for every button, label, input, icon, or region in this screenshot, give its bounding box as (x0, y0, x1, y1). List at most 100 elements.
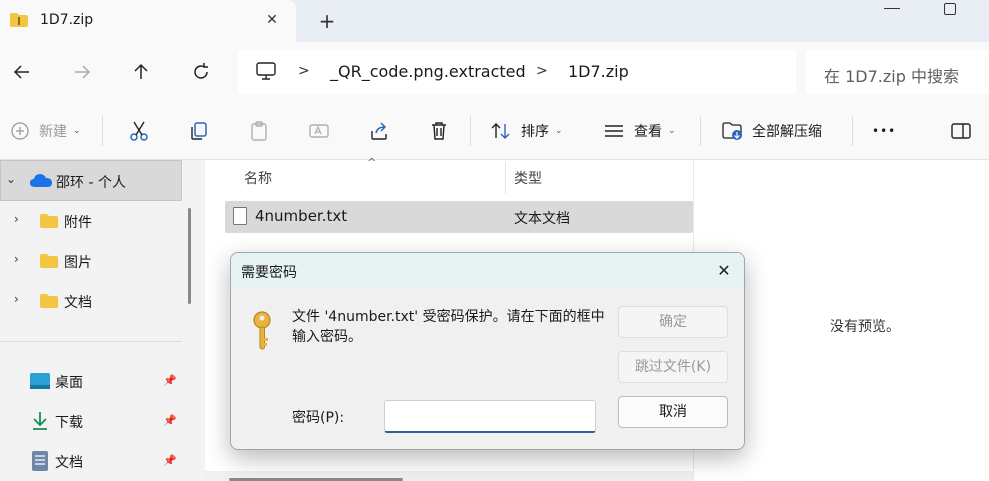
share-icon (371, 122, 387, 140)
divider (470, 116, 471, 146)
pin-icon[interactable]: 📌 (163, 414, 177, 427)
sidebar-item-label: 邵环 - 个人 (56, 175, 126, 191)
maximize-icon[interactable] (944, 3, 956, 15)
sidebar-divider (0, 341, 182, 342)
file-type: 文本文档 (514, 211, 570, 227)
navigation-pane: ⌄ 邵环 - 个人 › 附件 › 图片 › 文档 桌面 📌 下载 📌 文档 📌 (0, 160, 192, 481)
download-arrow-icon (33, 412, 47, 430)
navigation-bar: > _QR_code.png.extracted > 1D7.zip 在 1D7… (0, 42, 989, 102)
password-dialog: 需要密码 ✕ 文件 '4number.txt' 受密码保护。请在下面的框中输入密… (230, 252, 745, 450)
dialog-message: 文件 '4number.txt' 受密码保护。请在下面的框中输入密码。 (292, 309, 605, 345)
address-bar[interactable]: > _QR_code.png.extracted > 1D7.zip (238, 50, 796, 94)
sidebar-item-label: 附件 (64, 215, 92, 231)
column-divider[interactable] (505, 162, 506, 194)
sidebar-item-attachments[interactable]: › 附件 (0, 201, 182, 241)
tab-title: 1D7.zip (40, 12, 94, 28)
sort-button[interactable]: 排序 ⌄ (490, 119, 563, 143)
sidebar-item-label: 文档 (64, 295, 92, 311)
tab-1d7-zip[interactable]: 1D7.zip ✕ (0, 0, 296, 42)
folder-icon (40, 214, 58, 228)
copy-icon (191, 122, 207, 140)
sidebar-item-quick-documents[interactable]: 文档 📌 (0, 441, 182, 481)
ok-button[interactable]: 确定 (618, 306, 728, 338)
view-button[interactable]: 查看 ⌄ (603, 119, 676, 143)
rename-icon (309, 124, 329, 138)
breadcrumb-1d7-zip[interactable]: 1D7.zip (568, 62, 629, 81)
chevron-down-icon: ⌄ (555, 126, 563, 136)
tab-bar: 1D7.zip ✕ + (0, 0, 989, 42)
trash-icon (432, 122, 446, 140)
file-row[interactable]: 4number.txt 文本文档 (225, 201, 693, 233)
breadcrumb-extracted[interactable]: _QR_code.png.extracted (330, 62, 526, 81)
sidebar-item-label: 桌面 (55, 375, 83, 391)
sidebar-item-label: 下载 (55, 415, 83, 431)
new-button[interactable]: 新建 ⌄ (10, 119, 81, 143)
sidebar-item-onedrive[interactable]: ⌄ 邵环 - 个人 (0, 160, 182, 201)
extract-all-button[interactable]: 全部解压缩 (722, 119, 822, 143)
more-options-icon[interactable]: ••• (872, 119, 896, 143)
chevron-down-icon: ⌄ (73, 126, 81, 136)
sidebar-item-label: 图片 (64, 255, 92, 271)
divider (852, 116, 853, 146)
sidebar-item-downloads[interactable]: 下载 📌 (0, 401, 182, 441)
view-label: 查看 (634, 124, 662, 140)
details-pane-icon (951, 123, 971, 139)
back-arrow-icon[interactable] (10, 60, 34, 84)
share-button[interactable] (368, 119, 390, 143)
sort-label: 排序 (521, 124, 549, 140)
key-icon (253, 311, 271, 350)
cancel-button[interactable]: 取消 (618, 396, 728, 428)
scissors-icon (130, 121, 148, 141)
details-pane-button[interactable] (950, 119, 972, 143)
dialog-titlebar[interactable]: 需要密码 ✕ (231, 253, 744, 289)
new-label: 新建 (39, 124, 67, 140)
column-header-name[interactable]: 名称 (244, 168, 272, 188)
column-header-type[interactable]: 类型 (514, 168, 542, 188)
new-plus-icon (11, 122, 29, 140)
paste-button[interactable] (248, 119, 270, 143)
paste-icon (251, 121, 267, 141)
sidebar-item-desktop[interactable]: 桌面 📌 (0, 361, 182, 401)
sidebar-item-documents[interactable]: › 文档 (0, 281, 182, 321)
divider (102, 116, 103, 146)
pin-icon[interactable]: 📌 (163, 454, 177, 467)
delete-button[interactable] (428, 119, 450, 143)
file-name: 4number.txt (255, 207, 348, 225)
zip-folder-icon (10, 13, 28, 27)
forward-arrow-icon[interactable] (70, 60, 94, 84)
close-icon[interactable]: ✕ (713, 260, 735, 282)
minimize-icon[interactable] (884, 8, 900, 10)
new-tab-icon[interactable]: + (316, 10, 338, 32)
onedrive-cloud-icon (30, 174, 52, 187)
refresh-icon[interactable] (189, 60, 213, 84)
password-input[interactable] (384, 400, 596, 433)
search-box[interactable]: 在 1D7.zip 中搜索 (806, 50, 989, 94)
chevron-right-icon: › (14, 292, 19, 306)
horizontal-scrollbar[interactable] (205, 471, 693, 481)
sidebar-item-label: 文档 (55, 455, 83, 471)
close-tab-icon[interactable]: ✕ (262, 10, 282, 30)
sidebar-item-pictures[interactable]: › 图片 (0, 241, 182, 281)
pin-icon[interactable]: 📌 (163, 374, 177, 387)
this-pc-icon (256, 62, 276, 80)
copy-button[interactable] (188, 119, 210, 143)
command-bar: 新建 ⌄ 排序 ⌄ 查看 ⌄ 全部解压缩 ••• (0, 102, 989, 160)
password-label: 密码(P): (292, 410, 345, 426)
chevron-right-icon: › (14, 212, 19, 226)
folder-icon (40, 294, 58, 308)
skip-file-button[interactable]: 跳过文件(K) (618, 351, 728, 383)
cut-button[interactable] (128, 119, 150, 143)
sort-ascending-icon: ^ (367, 156, 377, 169)
extract-all-label: 全部解压缩 (752, 124, 822, 140)
search-placeholder: 在 1D7.zip 中搜索 (824, 67, 959, 86)
breadcrumb-separator-icon: > (298, 63, 310, 79)
chevron-down-icon: ⌄ (668, 126, 676, 136)
sidebar-scrollbar[interactable] (188, 208, 191, 304)
dialog-title: 需要密码 (241, 265, 297, 281)
desktop-icon (30, 373, 50, 389)
chevron-down-icon: ⌄ (6, 172, 17, 186)
up-arrow-icon[interactable] (129, 60, 153, 84)
divider (700, 116, 701, 146)
document-icon (32, 451, 48, 471)
rename-button[interactable] (308, 119, 330, 143)
